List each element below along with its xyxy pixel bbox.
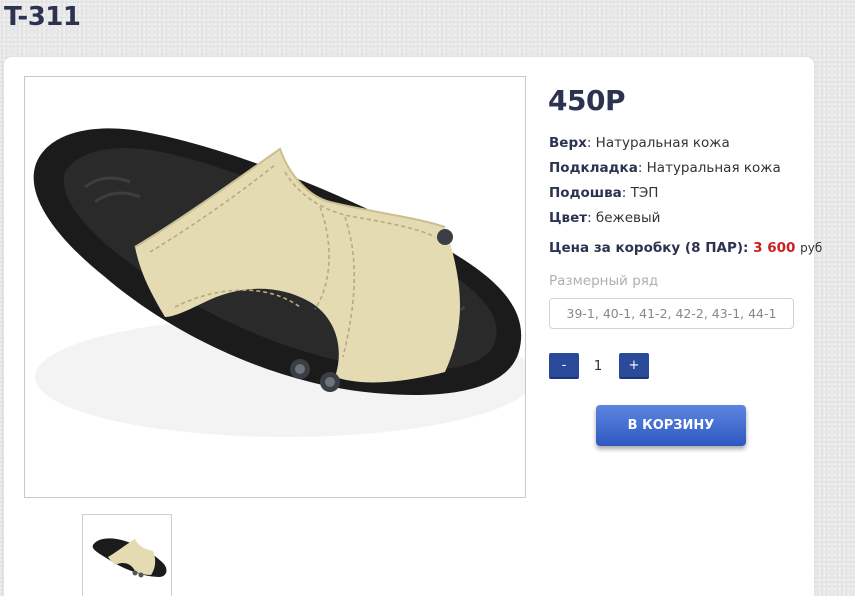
attr-value: : ТЭП (621, 185, 659, 201)
size-label: Размерный ряд (549, 273, 659, 289)
add-to-cart-button[interactable]: В КОРЗИНУ (596, 405, 746, 446)
attr-upper: Верх: Натуральная кожа (549, 135, 730, 151)
page-title: T-311 (4, 2, 81, 32)
product-thumbnail[interactable] (82, 514, 172, 596)
attr-value: : Натуральная кожа (586, 135, 730, 151)
slipper-thumbnail-image (92, 538, 167, 578)
product-main-image[interactable] (24, 76, 526, 498)
attr-value: : бежевый (587, 210, 661, 226)
slipper-image (33, 128, 525, 437)
attr-label: Цвет (549, 210, 588, 226)
attr-color: Цвет: бежевый (549, 210, 660, 226)
size-select[interactable]: 39-1, 40-1, 41-2, 42-2, 43-1, 44-1 (549, 298, 794, 329)
attr-label: Подкладка (549, 160, 638, 176)
box-price-label: Цена за коробку (8 ПАР): (549, 240, 749, 256)
product-price: 450Р (548, 84, 625, 117)
quantity-plus-button[interactable]: + (619, 353, 649, 379)
attr-label: Подошва (549, 185, 622, 201)
quantity-value[interactable]: 1 (586, 358, 610, 374)
box-price-value: 3 600 (753, 240, 796, 256)
attr-label: Верх (549, 135, 587, 151)
quantity-minus-button[interactable]: - (549, 353, 579, 379)
attr-lining: Подкладка: Натуральная кожа (549, 160, 781, 176)
attr-sole: Подошва: ТЭП (549, 185, 658, 201)
attr-value: : Натуральная кожа (637, 160, 781, 176)
box-price: Цена за коробку (8 ПАР): 3 600 руб (549, 240, 822, 256)
box-price-unit: руб (800, 241, 823, 255)
